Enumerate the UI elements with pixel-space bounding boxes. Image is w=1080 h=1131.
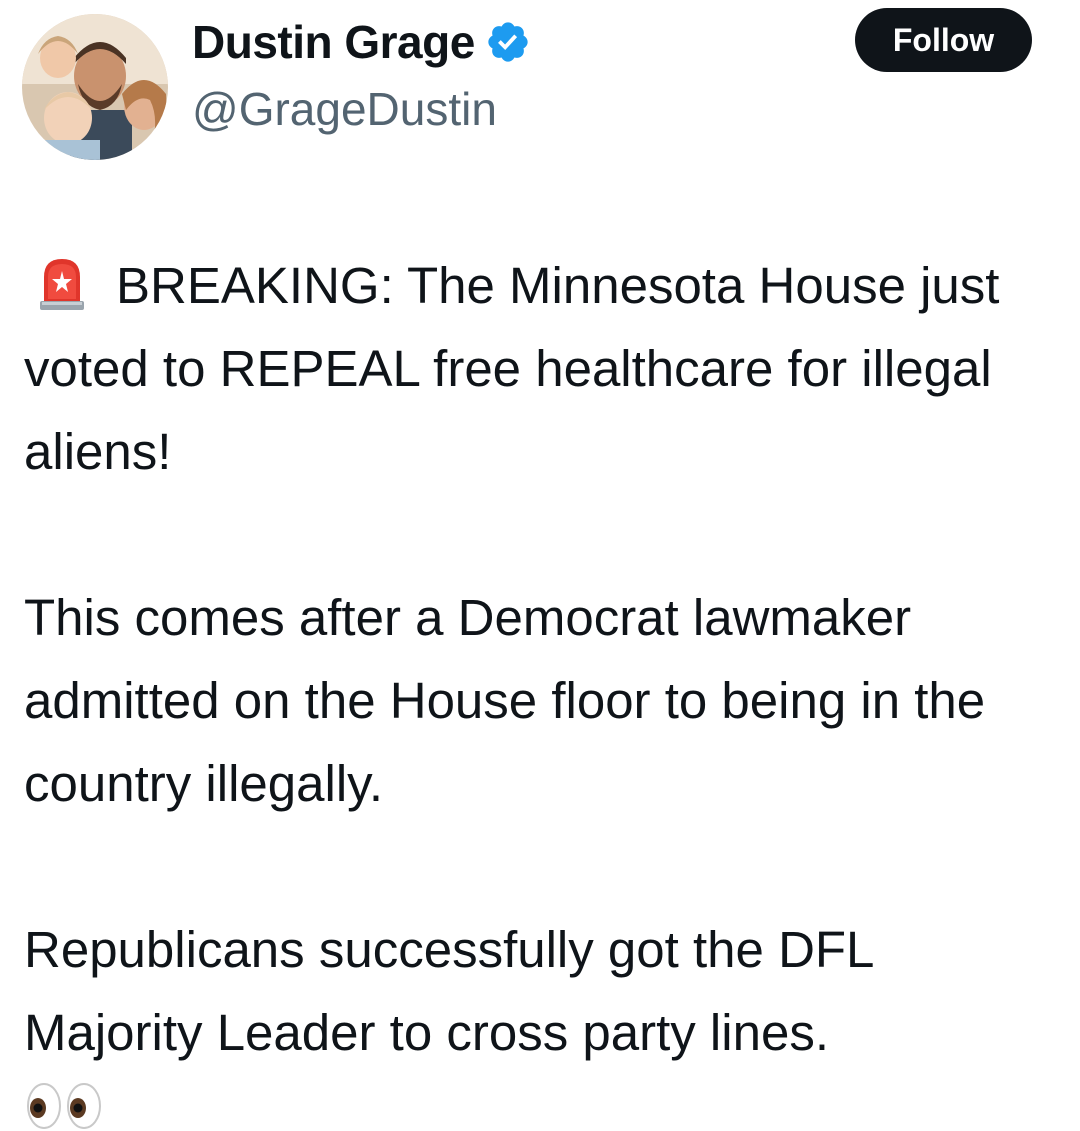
family-photo-avatar-image (22, 14, 168, 160)
eyes-icon (27, 1083, 101, 1129)
police-siren-icon (40, 259, 84, 310)
follow-button[interactable]: Follow (855, 8, 1032, 72)
tweet-text: BREAKING: The Minnesota House just voted… (24, 244, 1060, 1130)
author-handle[interactable]: @GrageDustin (192, 82, 497, 136)
author-display-name[interactable]: Dustin Grage (192, 15, 475, 69)
tweet-paragraph-3: Republicans successfully got the DFL Maj… (24, 921, 873, 1061)
tweet-paragraph-1: BREAKING: The Minnesota House just voted… (24, 244, 1060, 493)
avatar[interactable] (22, 14, 168, 160)
tweet-paragraph-1-text: BREAKING: The Minnesota House just voted… (24, 257, 1000, 480)
author-name-row: Dustin Grage (192, 12, 531, 72)
verified-badge-icon[interactable] (485, 19, 531, 65)
tweet-paragraph-2: This comes after a Democrat lawmaker adm… (24, 589, 986, 812)
